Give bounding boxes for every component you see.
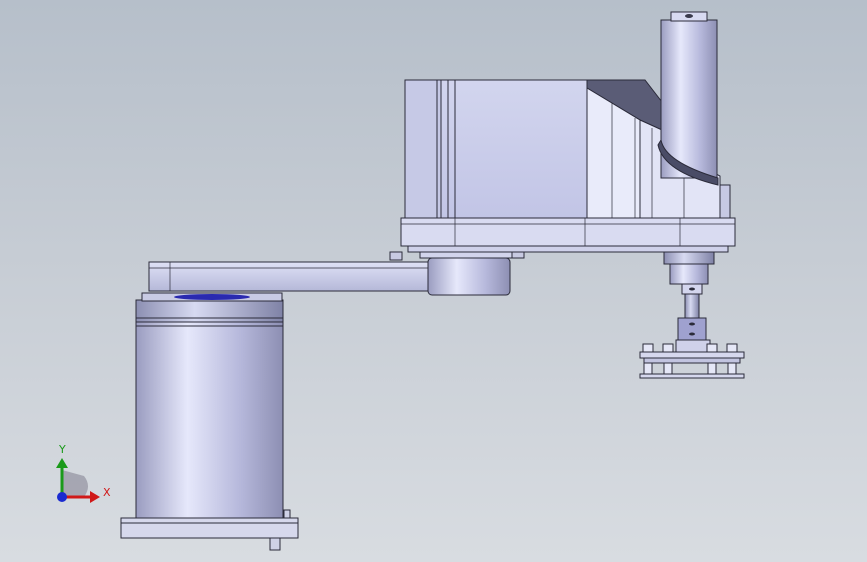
z-axis-marker xyxy=(57,492,67,502)
z-axis-motor[interactable] xyxy=(657,11,719,186)
y-axis-label: Y xyxy=(59,443,66,456)
graphics-viewport[interactable]: Y X xyxy=(0,0,867,562)
lower-arm[interactable] xyxy=(148,248,525,296)
gripper-plate[interactable] xyxy=(639,339,745,379)
scara-robot-model[interactable] xyxy=(0,0,867,562)
base-column[interactable] xyxy=(135,292,284,519)
quill-shaft[interactable] xyxy=(663,251,715,341)
coordinate-triad xyxy=(56,458,100,503)
x-axis-label: X xyxy=(103,486,111,499)
